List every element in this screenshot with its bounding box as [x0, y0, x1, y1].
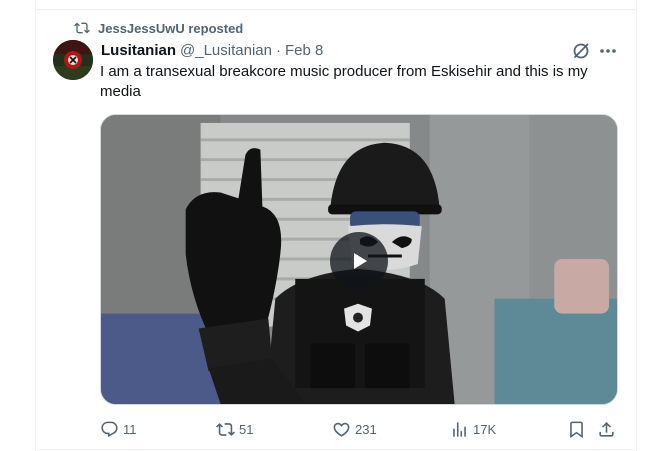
reply-count: 11 [123, 421, 137, 437]
social-context[interactable]: JessJessUwU reposted [74, 19, 243, 37]
avatar[interactable] [53, 40, 93, 80]
views-count: 17K [473, 421, 497, 437]
bottom-divider [35, 449, 637, 450]
bookmark-icon [570, 421, 583, 438]
reply-button[interactable]: 11 [100, 418, 137, 440]
repost-icon [74, 22, 90, 34]
bookmark-button[interactable] [567, 418, 586, 440]
tweet-text: I am a transexual breakcore music produc… [100, 63, 588, 100]
share-button[interactable] [597, 418, 616, 440]
play-button[interactable] [330, 232, 388, 290]
analytics-icon [453, 421, 466, 437]
like-button[interactable]: 231 [332, 418, 377, 440]
repost-count: 51 [239, 421, 254, 437]
video-player[interactable] [100, 114, 618, 405]
repost-button[interactable]: 51 [216, 418, 253, 440]
repost-text: JessJessUwU reposted [98, 20, 244, 36]
grok-icon[interactable] [571, 41, 591, 61]
retweet-icon [216, 422, 235, 436]
user-handle[interactable]: @_Lusitanian [180, 42, 272, 59]
separator-dot: · [275, 41, 281, 59]
heart-icon [333, 422, 350, 437]
tweet-header: Lusitanian @_Lusitanian · Feb 8 [101, 40, 621, 60]
play-icon [354, 253, 367, 269]
action-bar: 11 51 231 17K [100, 418, 620, 440]
tweet-date[interactable]: Feb 8 [285, 42, 323, 59]
share-icon [599, 421, 614, 437]
more-icon[interactable] [598, 41, 618, 61]
display-name[interactable]: Lusitanian [101, 42, 176, 59]
like-count: 231 [355, 421, 377, 437]
views-button[interactable]: 17K [450, 418, 496, 440]
reply-icon [101, 421, 118, 437]
